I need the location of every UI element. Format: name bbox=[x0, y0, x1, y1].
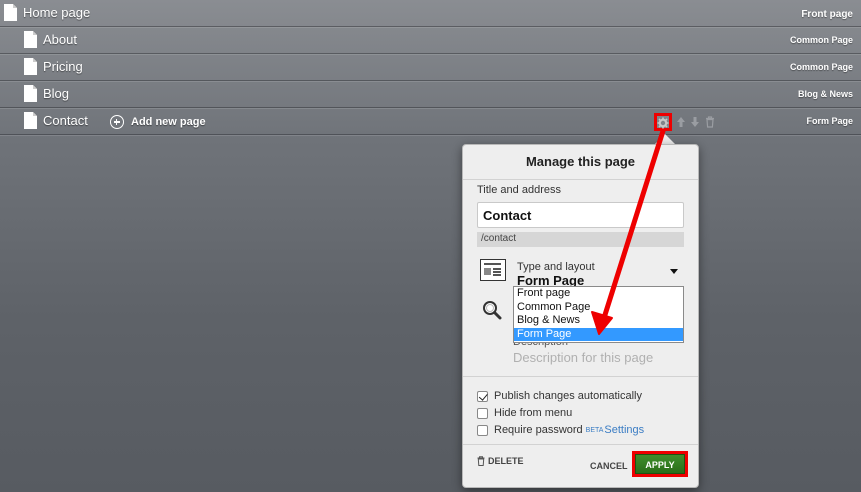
publish-auto-label: Publish changes automatically bbox=[494, 390, 642, 402]
page-row-contact[interactable]: Contact Add new page Form Page bbox=[0, 108, 861, 135]
manage-page-dialog: Manage this page Title and address Conta… bbox=[462, 144, 699, 488]
dropdown-option-selected[interactable]: Form Page bbox=[514, 327, 683, 341]
page-icon bbox=[24, 31, 37, 48]
dropdown-option[interactable]: Blog & News bbox=[514, 314, 683, 328]
require-password-label: Require password bbox=[494, 424, 583, 436]
page-icon bbox=[4, 4, 17, 21]
type-layout-label: Type and layout bbox=[517, 261, 595, 273]
publish-auto-checkbox[interactable] bbox=[477, 390, 488, 402]
gear-icon bbox=[657, 117, 669, 129]
page-icon bbox=[24, 112, 37, 129]
apply-highlight: APPLY bbox=[632, 451, 688, 477]
page-row-home[interactable]: Home page Front page bbox=[0, 0, 861, 27]
page-type: Common Page bbox=[789, 62, 853, 72]
add-new-page-button[interactable]: Add new page bbox=[110, 114, 206, 130]
layout-icon bbox=[480, 259, 506, 281]
page-type: Front page bbox=[801, 9, 853, 20]
description-input[interactable]: Description for this page bbox=[513, 350, 653, 365]
arrow-down-icon[interactable] bbox=[690, 116, 700, 128]
magnifier-icon bbox=[483, 301, 502, 320]
page-icon bbox=[24, 58, 37, 75]
trash-icon bbox=[477, 456, 485, 466]
page-title[interactable]: Contact bbox=[43, 113, 88, 128]
add-new-page-label: Add new page bbox=[131, 116, 206, 128]
divider bbox=[463, 179, 698, 180]
publish-auto-option[interactable]: Publish changes automatically bbox=[477, 389, 642, 403]
page-list: Home page Front page About Common Page P… bbox=[0, 0, 861, 135]
dialog-title: Manage this page bbox=[525, 154, 636, 169]
chevron-down-icon[interactable] bbox=[670, 269, 678, 274]
title-address-label: Title and address bbox=[477, 184, 561, 196]
beta-badge: BETA bbox=[585, 426, 604, 434]
plus-circle-icon bbox=[110, 115, 124, 129]
delete-label: DELETE bbox=[488, 456, 524, 466]
password-settings-link[interactable]: Settings bbox=[604, 424, 644, 436]
page-type: Blog & News bbox=[797, 89, 853, 99]
gear-button[interactable] bbox=[654, 113, 672, 131]
require-password-checkbox[interactable] bbox=[477, 424, 488, 436]
cancel-button[interactable]: CANCEL bbox=[590, 461, 628, 471]
page-title[interactable]: Blog bbox=[43, 86, 69, 101]
hide-menu-checkbox[interactable] bbox=[477, 407, 488, 419]
page-row-about[interactable]: About Common Page bbox=[0, 27, 861, 54]
trash-icon[interactable] bbox=[705, 116, 715, 128]
hide-menu-option[interactable]: Hide from menu bbox=[477, 406, 572, 420]
type-dropdown-list: Front page Common Page Blog & News Form … bbox=[513, 286, 684, 343]
arrow-up-icon[interactable] bbox=[676, 116, 686, 128]
require-password-option[interactable]: Require password BETA Settings bbox=[477, 423, 644, 437]
row-tools bbox=[654, 113, 724, 131]
dropdown-option[interactable]: Common Page bbox=[514, 301, 683, 315]
dropdown-option[interactable]: Front page bbox=[514, 287, 683, 301]
page-title[interactable]: Home page bbox=[23, 5, 90, 20]
divider bbox=[463, 376, 698, 377]
page-address-field[interactable]: /contact bbox=[477, 232, 684, 247]
page-row-blog[interactable]: Blog Blog & News bbox=[0, 81, 861, 108]
page-title-input[interactable]: Contact bbox=[477, 202, 684, 228]
page-type: Form Page bbox=[806, 116, 853, 126]
divider bbox=[463, 444, 698, 445]
page-title[interactable]: About bbox=[43, 32, 77, 47]
hide-menu-label: Hide from menu bbox=[494, 407, 573, 419]
page-row-pricing[interactable]: Pricing Common Page bbox=[0, 54, 861, 81]
page-title[interactable]: Pricing bbox=[43, 59, 83, 74]
apply-button[interactable]: APPLY bbox=[635, 454, 685, 474]
page-type: Common Page bbox=[789, 35, 853, 45]
delete-page-button[interactable]: DELETE bbox=[477, 456, 524, 466]
page-icon bbox=[24, 85, 37, 102]
